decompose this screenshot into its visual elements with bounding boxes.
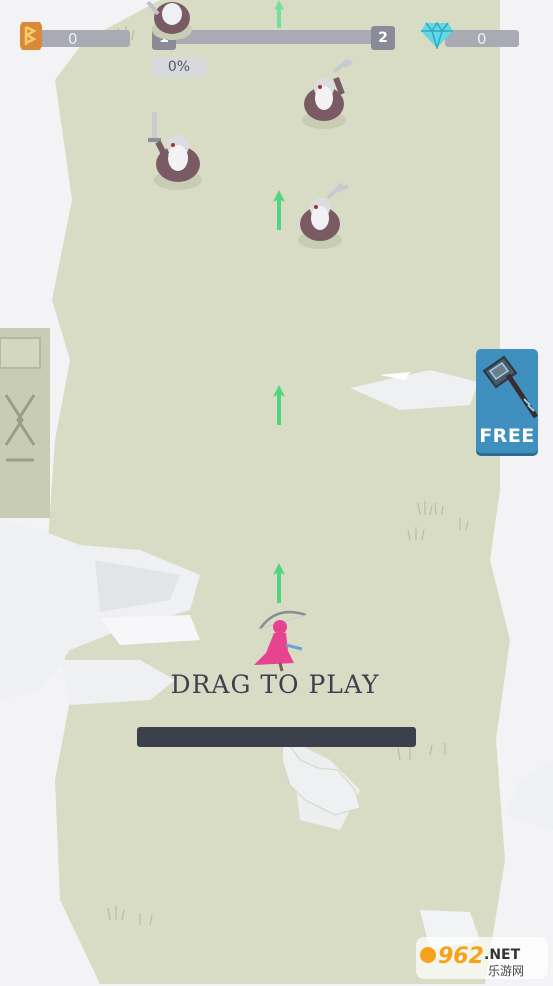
runes-count: 0: [68, 30, 78, 48]
enemy-warrior: [146, 0, 192, 40]
level-next-badge: 2: [371, 26, 395, 50]
player-archer[interactable]: [246, 605, 310, 673]
drag-to-play-prompt: DRAG TO PLAY: [170, 670, 380, 699]
hammer-icon: [482, 355, 539, 419]
rune-icon: [20, 22, 42, 50]
watermark-logo: 962 .NET 乐游网: [414, 935, 550, 981]
svg-text:962: 962: [438, 944, 484, 969]
free-hammer-offer[interactable]: FREE: [476, 349, 539, 453]
gems-count: 0: [477, 30, 487, 48]
arrow-projectile: [273, 385, 285, 425]
enemy-warrior: [302, 58, 353, 129]
arrow-projectile: [273, 563, 285, 603]
enemy-warrior: [148, 112, 202, 190]
free-label: FREE: [479, 425, 535, 447]
runes-bar: [38, 30, 130, 47]
svg-text:乐游网: 乐游网: [488, 964, 524, 978]
progress-percent: 0%: [152, 57, 206, 77]
drag-slider-track[interactable]: [137, 727, 416, 747]
gem-icon: [421, 21, 453, 49]
svg-text:.NET: .NET: [484, 947, 521, 963]
gems-counter: 0: [420, 20, 520, 52]
arrow-projectile: [273, 190, 285, 230]
terrain: [0, 0, 553, 984]
enemy-warrior: [298, 182, 349, 249]
runes-counter: 0: [18, 20, 130, 52]
arrow-projectile: [274, 0, 284, 28]
